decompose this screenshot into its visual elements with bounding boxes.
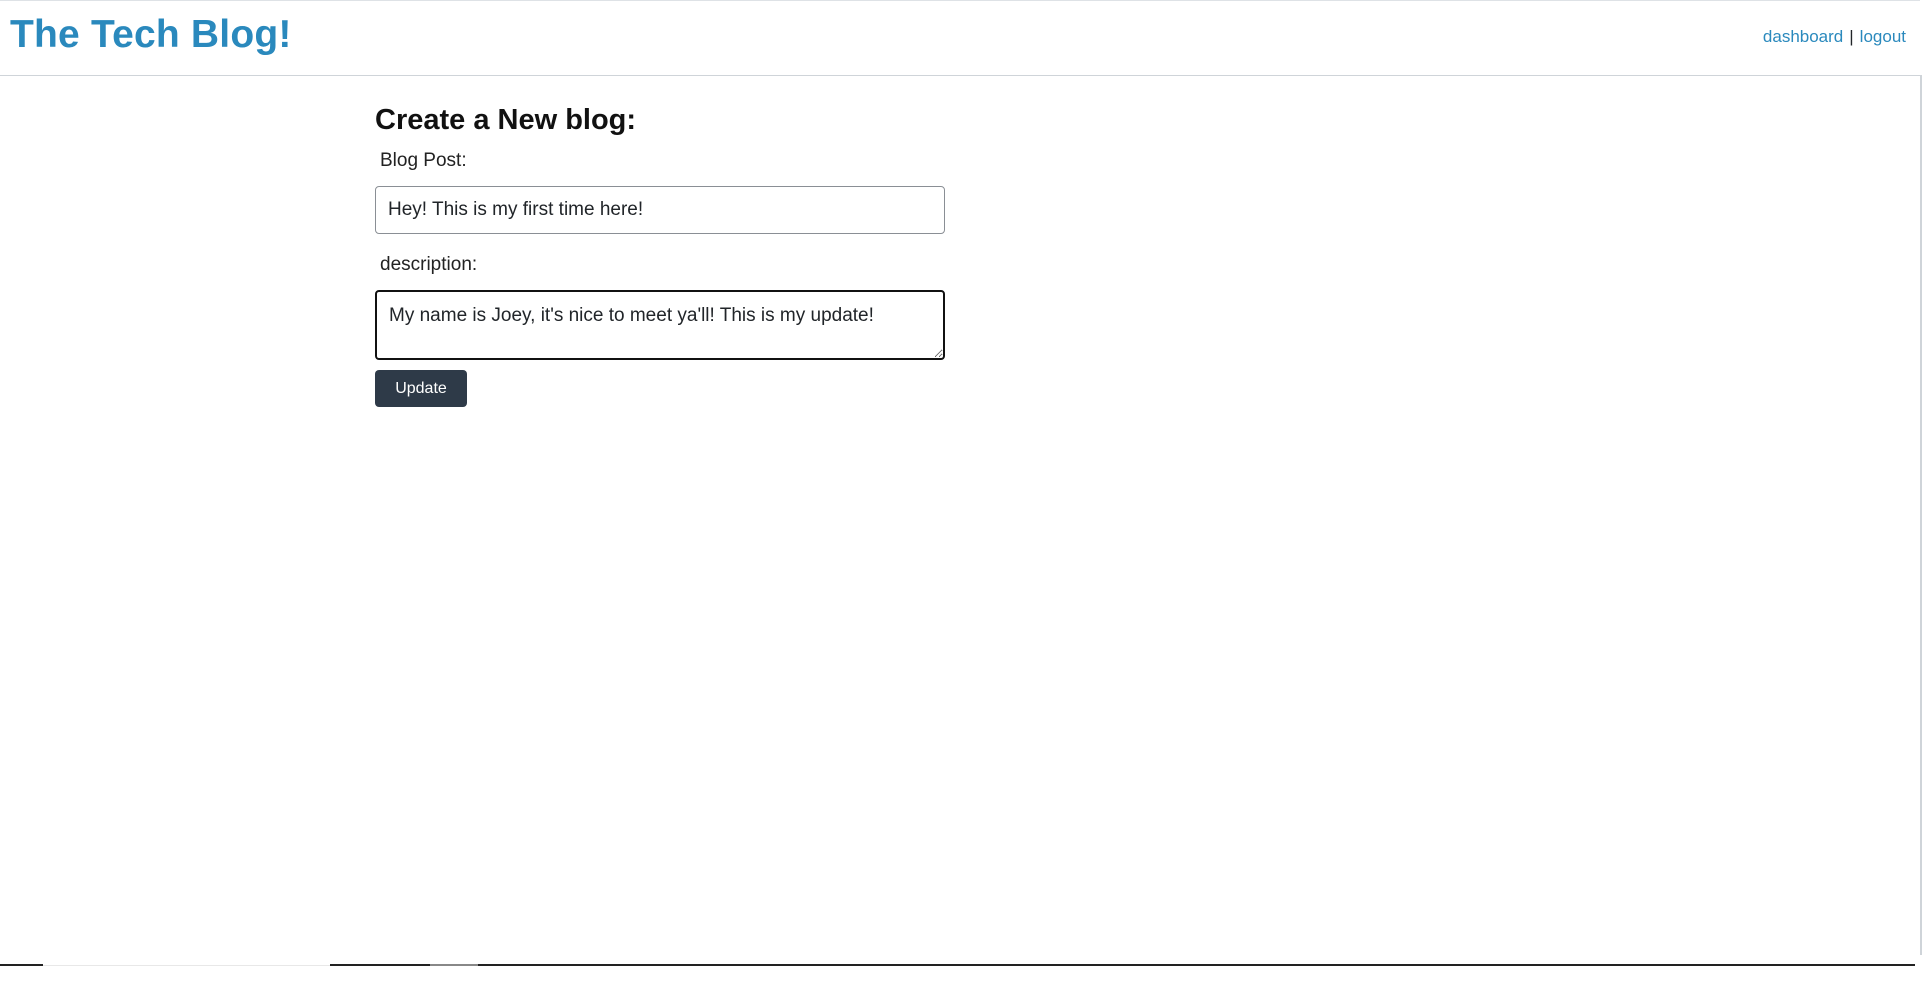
- footer-divider-segment: [430, 964, 478, 966]
- new-blog-form-section: Create a New blog: Blog Post: descriptio…: [375, 100, 955, 407]
- footer-divider-segment: [0, 964, 43, 966]
- nav-separator: |: [1849, 27, 1854, 46]
- footer-divider-segment: [330, 964, 430, 966]
- description-label: description:: [380, 254, 478, 275]
- footer-divider-segment: [43, 965, 330, 966]
- blog-post-label: Blog Post:: [380, 150, 467, 171]
- description-textarea[interactable]: My name is Joey, it's nice to meet ya'll…: [375, 290, 945, 360]
- top-navbar: The Tech Blog! dashboard | logout: [0, 0, 1920, 76]
- site-brand-title[interactable]: The Tech Blog!: [10, 13, 292, 57]
- dashboard-link[interactable]: dashboard: [1763, 27, 1843, 46]
- blog-post-input[interactable]: [375, 186, 945, 234]
- header-nav: dashboard | logout: [1763, 26, 1906, 48]
- page: The Tech Blog! dashboard | logout Create a…: [0, 0, 1922, 1000]
- form-title: Create a New blog:: [375, 104, 637, 136]
- update-button[interactable]: Update: [375, 370, 467, 407]
- new-blog-form: Blog Post: description: My name is Joey,…: [375, 148, 955, 407]
- footer-divider-segment: [478, 964, 1915, 966]
- logout-link[interactable]: logout: [1860, 27, 1906, 46]
